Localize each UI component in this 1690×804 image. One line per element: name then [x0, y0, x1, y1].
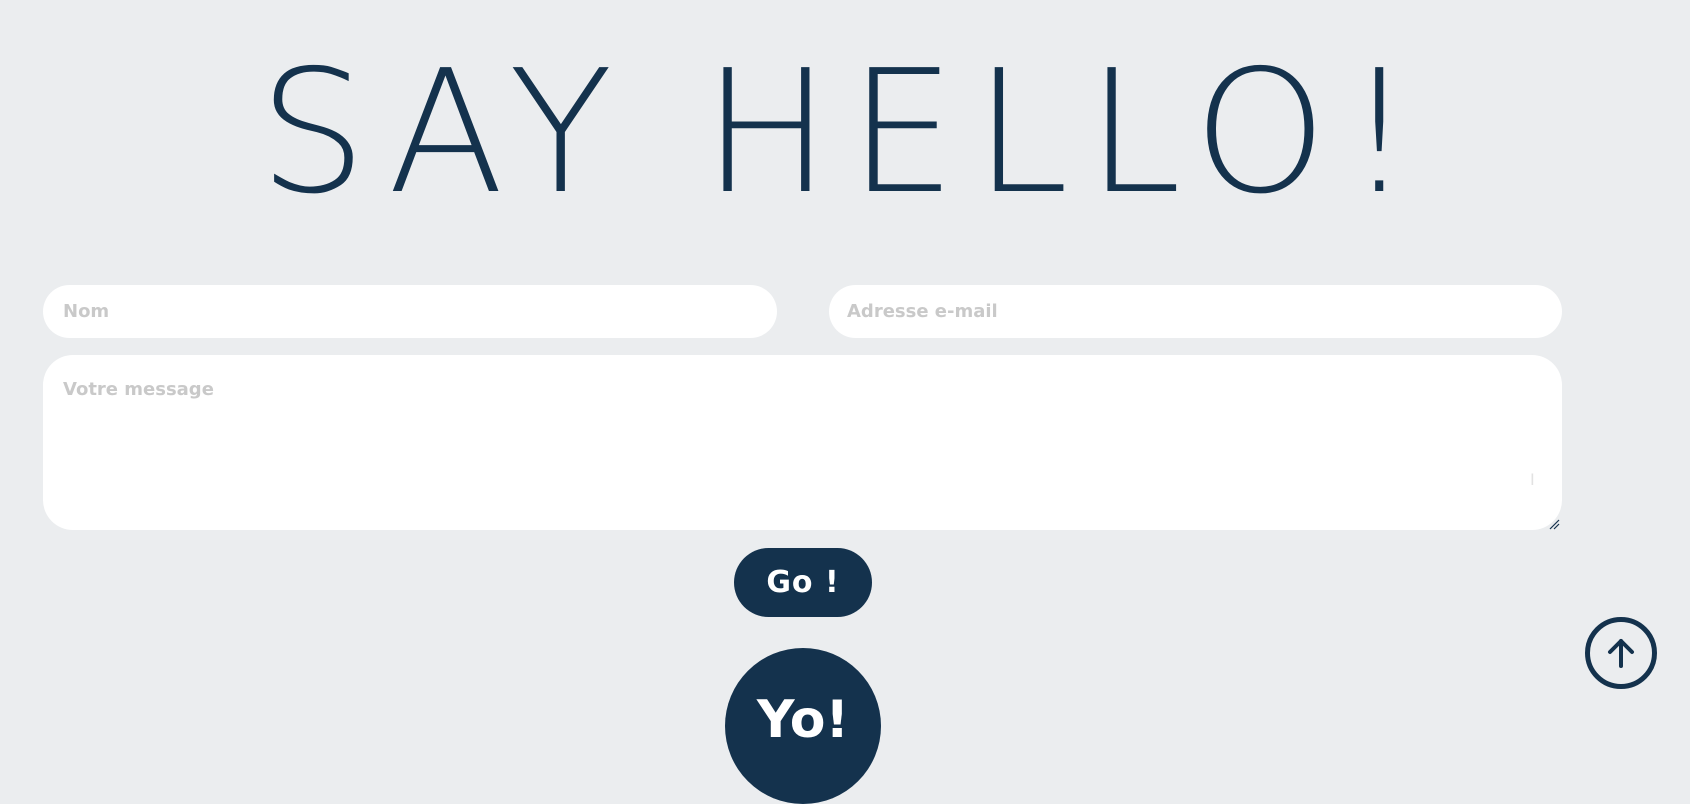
scroll-to-top-button[interactable] — [1585, 617, 1657, 689]
email-field[interactable] — [829, 285, 1562, 338]
message-field[interactable] — [43, 355, 1562, 530]
page-title: SAY HELLO! — [258, 34, 1432, 232]
yo-badge: Yo! — [725, 648, 881, 804]
yo-badge-text: Yo! — [756, 690, 850, 750]
name-field[interactable] — [43, 285, 777, 338]
submit-button[interactable]: Go ! — [734, 548, 872, 617]
text-cursor-icon: I — [1530, 470, 1535, 489]
resize-handle-icon[interactable] — [1548, 518, 1560, 530]
arrow-up-icon — [1608, 639, 1634, 668]
